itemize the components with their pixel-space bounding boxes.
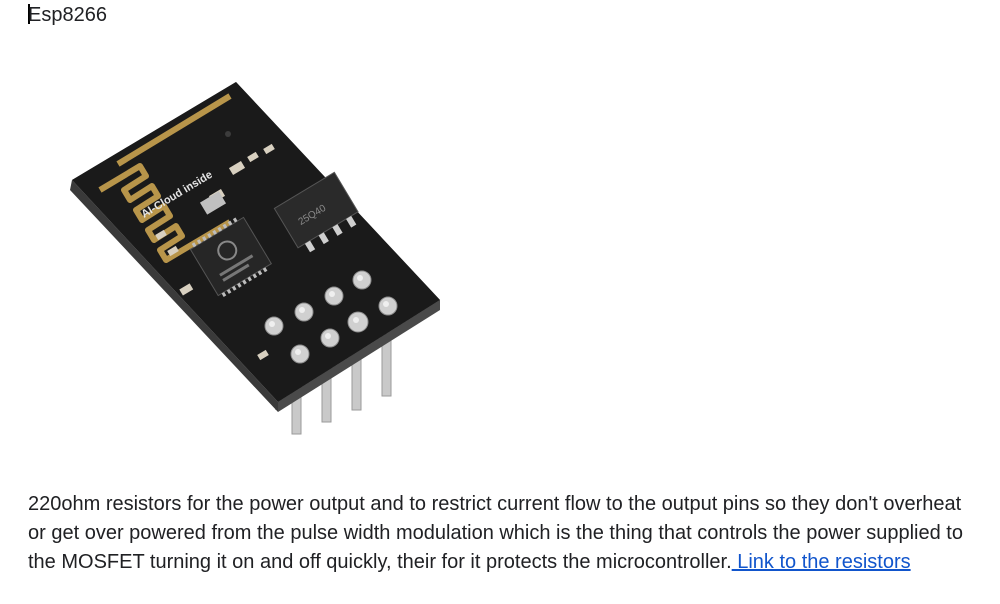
document-heading: Esp8266 (28, 2, 107, 28)
esp8266-module-image[interactable]: AI-Cloud inside 25Q40 (60, 72, 460, 442)
resistor-paragraph: 220ohm resistors for the power output an… (28, 490, 978, 577)
resistors-link[interactable]: Link to the resistors (732, 551, 910, 573)
heading-text: Esp8266 (28, 4, 107, 26)
esp8266-board-illustration: AI-Cloud inside 25Q40 (70, 82, 440, 435)
